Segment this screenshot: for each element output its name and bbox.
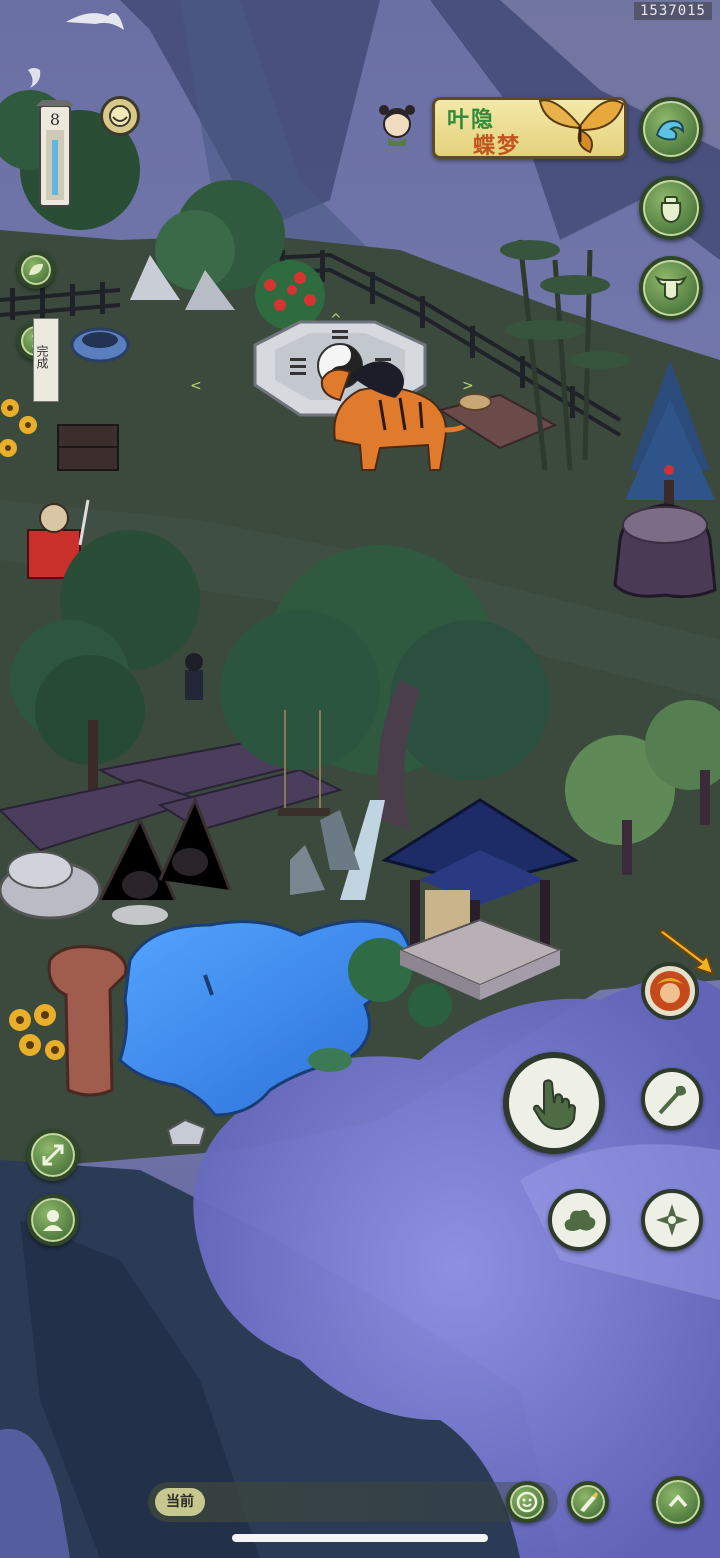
spear-icon[interactable]	[641, 1068, 703, 1130]
pouch-icon[interactable]	[639, 176, 703, 240]
expand-icon[interactable]	[27, 1129, 79, 1181]
brush-icon[interactable]	[567, 1481, 609, 1523]
character-icon[interactable]	[27, 1194, 79, 1246]
svg-text:^: ^	[330, 312, 342, 328]
interact-hand-icon[interactable]	[503, 1052, 605, 1154]
expand-up-icon[interactable]	[652, 1476, 704, 1528]
compass-icon[interactable]	[100, 96, 140, 136]
chat-bar[interactable]	[148, 1482, 558, 1522]
avatar[interactable]	[374, 100, 420, 146]
ox-head-icon[interactable]	[639, 256, 703, 320]
stage-counter: 8	[49, 110, 61, 129]
shuriken-icon[interactable]	[641, 1189, 703, 1251]
cloud-icon[interactable]	[548, 1189, 610, 1251]
event-banner-title-line2: 蝶梦	[473, 133, 522, 159]
butterfly-icon	[538, 99, 625, 154]
wave-icon[interactable]	[639, 97, 703, 161]
chat-channel-button[interactable]: 当前	[155, 1488, 205, 1516]
game-viewport[interactable]: ^ < > 1537015 8 完成 叶隐 蝶梦 当前	[0, 0, 720, 1558]
build-id-label: 1537015	[633, 2, 712, 20]
event-banner[interactable]: 叶隐 蝶梦	[432, 97, 627, 159]
svg-text:<: <	[190, 378, 202, 394]
home-indicator[interactable]	[232, 1534, 488, 1542]
game-scene[interactable]: ^ < >	[0, 0, 720, 1558]
task-card[interactable]: 完成	[33, 318, 59, 402]
leaf-icon[interactable]	[17, 251, 55, 289]
pointer-arrow-icon	[657, 928, 715, 976]
emote-icon[interactable]	[506, 1481, 548, 1523]
svg-text:>: >	[462, 378, 474, 394]
